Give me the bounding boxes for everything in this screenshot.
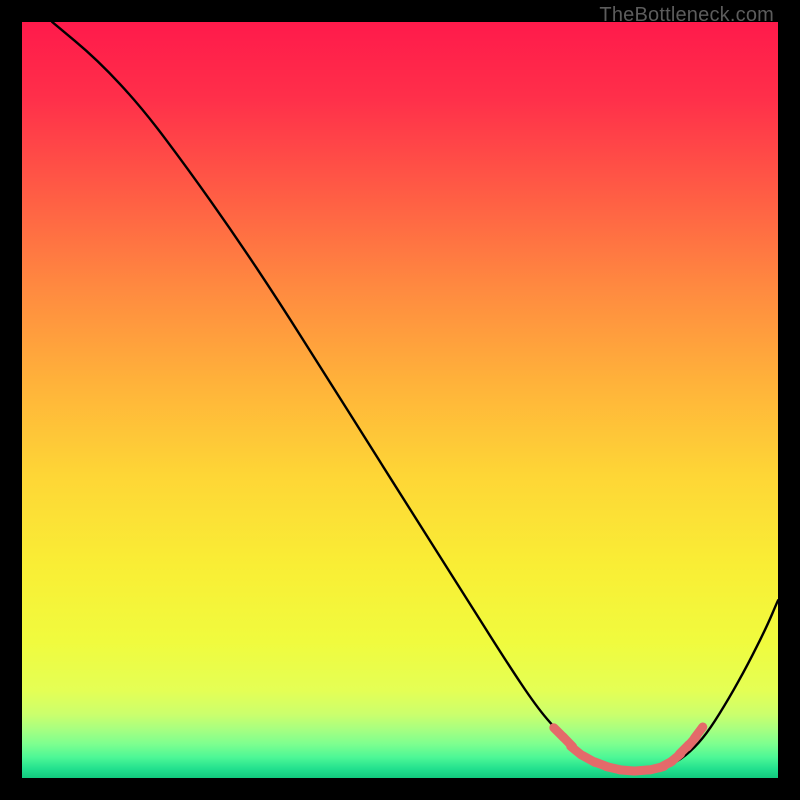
chart-svg — [22, 22, 778, 778]
watermark-text: TheBottleneck.com — [599, 4, 774, 27]
plot-area — [22, 22, 778, 778]
chart-frame: TheBottleneck.com — [0, 0, 800, 800]
gradient-background — [22, 22, 778, 778]
